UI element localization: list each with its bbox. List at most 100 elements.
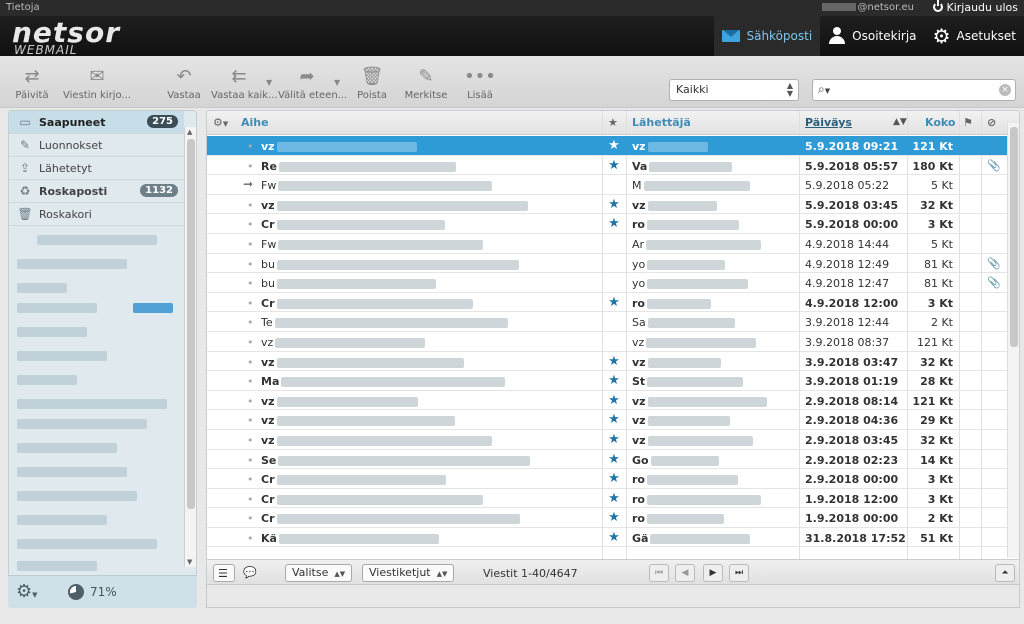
message-row[interactable]: • Te Sa 3.9.2018 12:44 2 Kt [207, 312, 1007, 332]
filter-select[interactable]: Kaikki ▲ ▼ [669, 79, 799, 101]
blurred-folder[interactable] [17, 467, 127, 477]
blurred-folder[interactable] [17, 303, 97, 313]
threads-dropdown[interactable]: Viestiketjut ▲▼ [362, 564, 455, 582]
about-link[interactable]: Tietoja [6, 2, 40, 13]
more-button[interactable]: ••• Lisää [464, 64, 496, 102]
flag-star-icon[interactable]: ★ [607, 471, 621, 486]
reply-all-button[interactable]: ⇇ Vastaa kaik... [211, 64, 278, 102]
column-from[interactable]: Lähettäjä [632, 116, 691, 129]
flag-star-icon[interactable]: ★ [607, 373, 621, 388]
blurred-folder[interactable] [17, 327, 87, 337]
flag-star-icon[interactable]: ★ [607, 412, 621, 427]
flag-star-icon[interactable]: ★ [607, 530, 621, 545]
flag-star-icon[interactable]: ★ [607, 197, 621, 212]
message-row[interactable]: • vz ★ vz 2.9.2018 08:14 121 Kt [207, 391, 1007, 411]
column-date[interactable]: Päiväys [805, 116, 852, 129]
message-row[interactable]: • Ma ★ St 3.9.2018 01:19 28 Kt [207, 371, 1007, 391]
list-options-icon[interactable]: ⚙▼ [213, 116, 228, 129]
scroll-thumb[interactable] [187, 139, 195, 509]
flag-star-icon[interactable]: ★ [607, 510, 621, 525]
flag-star-icon[interactable]: ★ [607, 491, 621, 506]
blurred-folder[interactable] [17, 419, 147, 429]
folder-trash[interactable]: 🗑 Roskakori [9, 203, 184, 226]
message-row[interactable]: • vz ★ vz 2.9.2018 04:36 29 Kt [207, 410, 1007, 430]
message-row[interactable]: • Cr ★ ro 1.9.2018 12:00 3 Kt [207, 489, 1007, 509]
scroll-up-icon[interactable]: ▲ [187, 128, 192, 136]
blurred-folder[interactable] [17, 375, 77, 385]
clear-search-icon[interactable]: × [999, 84, 1011, 96]
mark-button[interactable]: ✎ Merkitse [404, 64, 448, 102]
reply-all-menu-icon[interactable]: ▼ [266, 78, 274, 87]
blurred-folder[interactable] [17, 259, 127, 269]
blurred-folder[interactable] [37, 235, 157, 245]
folder-sent[interactable]: ⇪ Lähetetyt [9, 157, 184, 180]
message-row[interactable]: • Fw Ar 4.9.2018 14:44 5 Kt [207, 234, 1007, 254]
prev-page-button[interactable]: ◀ [675, 564, 695, 582]
message-row[interactable]: • Re ★ Va 5.9.2018 05:57 180 Kt 📎 [207, 156, 1007, 176]
message-row[interactable]: • bu yo 4.9.2018 12:47 81 Kt 📎 [207, 273, 1007, 293]
column-size[interactable]: Koko [925, 116, 955, 129]
sidebar-scrollbar[interactable]: ▲ ▼ [184, 127, 196, 567]
compose-button[interactable]: ✉ Viestin kirjo... [62, 64, 132, 102]
toggle-preview-button[interactable]: ⏶ [995, 564, 1015, 582]
delete-button[interactable]: 🗑 Poista [355, 64, 389, 102]
nav-mail[interactable]: Sähköposti [714, 16, 821, 56]
column-flag-star-icon[interactable]: ★ [608, 116, 618, 129]
blurred-folder[interactable] [17, 539, 157, 549]
select-dropdown[interactable]: Valitse ▲▼ [285, 564, 353, 582]
message-row[interactable]: • Cr ★ ro 2.9.2018 00:00 3 Kt [207, 469, 1007, 489]
scroll-thumb[interactable] [1010, 127, 1018, 347]
blurred-folder[interactable] [17, 283, 67, 293]
column-subject[interactable]: Aihe [241, 116, 269, 129]
reply-button[interactable]: ↶ Vastaa [164, 64, 204, 102]
forward-menu-icon[interactable]: ▼ [334, 78, 342, 87]
message-row[interactable]: • vz ★ vz 5.9.2018 09:21 121 Kt [207, 136, 1007, 156]
message-rows: • vz ★ vz 5.9.2018 09:21 121 Kt • Re ★ Va 5.9.2018… [207, 136, 1007, 548]
blurred-folder[interactable] [17, 399, 167, 409]
nav-settings[interactable]: ⚙ Asetukset [925, 16, 1024, 56]
flag-star-icon[interactable]: ★ [607, 432, 621, 447]
threads-toggle-icon[interactable]: 💬 [243, 566, 257, 579]
flag-star-icon[interactable]: ★ [607, 393, 621, 408]
column-flag-icon[interactable]: ⚑ [963, 116, 973, 129]
folder-drafts[interactable]: ✎ Luonnokset [9, 134, 184, 157]
flag-star-icon[interactable]: ★ [607, 158, 621, 173]
message-row[interactable]: • Cr ★ ro 1.9.2018 00:00 2 Kt [207, 508, 1007, 528]
flag-star-icon[interactable]: ★ [607, 216, 621, 231]
message-row[interactable]: • Se ★ Go 2.9.2018 02:23 14 Kt [207, 450, 1007, 470]
message-row[interactable]: • vz ★ vz 2.9.2018 03:45 32 Kt [207, 430, 1007, 450]
message-row[interactable]: ➞ Fw M 5.9.2018 05:22 5 Kt [207, 175, 1007, 195]
search-input[interactable]: ⌕▼ × [812, 79, 1016, 101]
logout-button[interactable]: Kirjaudu ulos [932, 0, 1018, 14]
search-icon[interactable]: ⌕▼ [818, 82, 830, 97]
blurred-folder[interactable] [17, 443, 117, 453]
folder-settings-icon[interactable]: ⚙▼ [16, 581, 38, 602]
message-row[interactable]: • bu yo 4.9.2018 12:49 81 Kt 📎 [207, 254, 1007, 274]
nav-addressbook[interactable]: Osoitekirja [820, 16, 924, 56]
flag-star-icon[interactable]: ★ [607, 295, 621, 310]
last-page-button[interactable]: ⏭ [729, 564, 749, 582]
folder-spam[interactable]: ♻ Roskaposti 1132 [9, 180, 184, 203]
blurred-folder[interactable] [17, 561, 97, 571]
flag-star-icon[interactable]: ★ [607, 354, 621, 369]
message-row[interactable]: • vz ★ vz 3.9.2018 03:47 32 Kt [207, 352, 1007, 372]
first-page-button[interactable]: ⏮ [649, 564, 669, 582]
blurred-folder[interactable] [17, 351, 107, 361]
flag-star-icon[interactable]: ★ [607, 452, 621, 467]
column-attachment-icon[interactable]: ⊘ [987, 116, 996, 129]
list-scrollbar[interactable] [1007, 123, 1019, 558]
flag-star-icon[interactable]: ★ [607, 138, 621, 153]
blurred-folder[interactable] [17, 515, 107, 525]
message-row[interactable]: • vz ★ vz 5.9.2018 03:45 32 Kt [207, 195, 1007, 215]
folder-inbox[interactable]: ▭ Saapuneet 275 [9, 111, 184, 134]
message-row[interactable]: • Kä ★ Gä 31.8.2018 17:52 51 Kt [207, 528, 1007, 548]
blurred-folder[interactable] [17, 491, 137, 501]
message-row[interactable]: • vz vz 3.9.2018 08:37 121 Kt [207, 332, 1007, 352]
message-row[interactable]: • Cr ★ ro 4.9.2018 12:00 3 Kt [207, 293, 1007, 313]
scroll-down-icon[interactable]: ▼ [187, 558, 192, 566]
next-page-button[interactable]: ▶ [703, 564, 723, 582]
forward-button[interactable]: ➦ Välitä eteen... [278, 64, 347, 102]
list-layout-icon[interactable]: ☰ [213, 564, 235, 582]
message-row[interactable]: • Cr ★ ro 5.9.2018 00:00 3 Kt [207, 214, 1007, 234]
refresh-button[interactable]: ⇄ Päivitä [14, 64, 50, 102]
